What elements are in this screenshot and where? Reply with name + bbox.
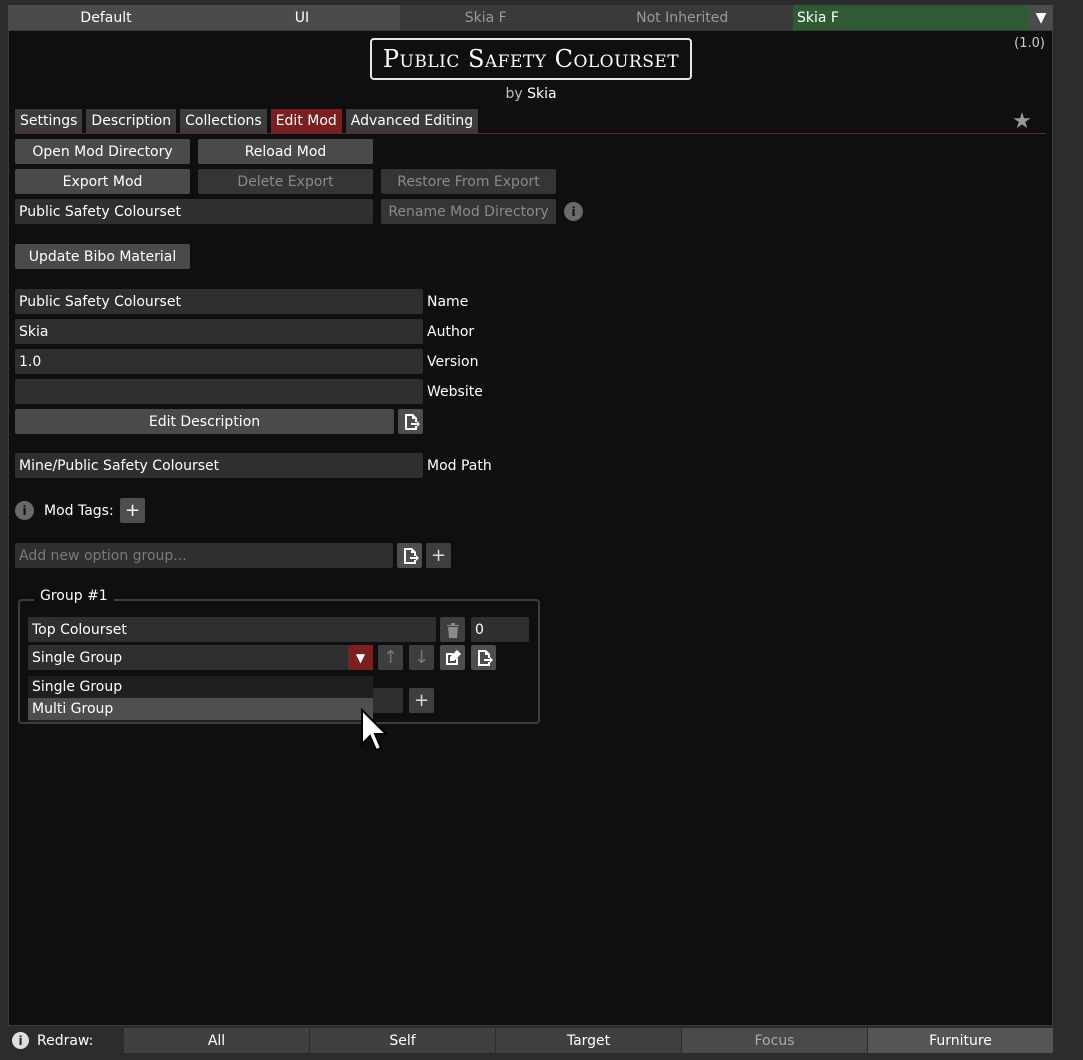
import-group-icon[interactable] bbox=[397, 543, 422, 568]
mod-title: Public Safety Colourset bbox=[382, 45, 680, 73]
mod-title-box: Public Safety Colourset bbox=[370, 38, 692, 80]
mod-path-input[interactable]: Mine/Public Safety Colourset bbox=[15, 453, 423, 478]
inherited-collection-name: Skia F bbox=[464, 9, 507, 26]
restore-from-export-button[interactable]: Restore From Export bbox=[381, 169, 556, 194]
mouse-cursor-icon bbox=[361, 708, 389, 752]
name-label: Name bbox=[427, 293, 469, 310]
redraw-bar: i Redraw: All Self Target Focus Furnitur… bbox=[8, 1028, 1053, 1053]
inheritance-indicator[interactable]: Skia F Not Inherited bbox=[400, 5, 793, 30]
tab-advanced-editing[interactable]: Advanced Editing bbox=[345, 109, 479, 133]
redraw-self-button[interactable]: Self bbox=[309, 1028, 495, 1053]
tab-description[interactable]: Description bbox=[86, 109, 177, 133]
mod-tags-info-icon[interactable]: i bbox=[15, 501, 34, 520]
mod-path-label: Mod Path bbox=[427, 457, 492, 474]
tab-bar: Settings Description Collections Edit Mo… bbox=[15, 109, 479, 133]
tab-underline bbox=[15, 133, 1046, 134]
favorite-star-icon[interactable]: ★ bbox=[1010, 110, 1034, 134]
delete-group-trash-icon[interactable] bbox=[440, 617, 465, 642]
mod-directory-name-input[interactable]: Public Safety Colourset bbox=[15, 199, 373, 224]
redraw-focus-button[interactable]: Focus bbox=[681, 1028, 867, 1053]
group-priority-input[interactable]: 0 bbox=[471, 617, 529, 642]
add-mod-tag-plus-icon[interactable]: + bbox=[120, 498, 145, 523]
mod-website-input[interactable] bbox=[15, 379, 423, 404]
collection-dropdown-icon[interactable]: ▼ bbox=[1029, 5, 1053, 30]
by-label: by bbox=[505, 86, 523, 102]
edit-description-button[interactable]: Edit Description bbox=[15, 409, 394, 434]
redraw-label: Redraw: bbox=[37, 1032, 94, 1049]
rename-mod-directory-button[interactable]: Rename Mod Directory bbox=[381, 199, 556, 224]
inherited-status: Not Inherited bbox=[636, 9, 729, 26]
current-collection-name: Skia F bbox=[797, 9, 839, 26]
website-label: Website bbox=[427, 383, 483, 400]
add-option-group-plus-icon[interactable]: + bbox=[426, 543, 451, 568]
move-group-up-icon[interactable]: ↑ bbox=[378, 645, 403, 670]
redraw-label-cell: i Redraw: bbox=[8, 1028, 123, 1053]
version-label: Version bbox=[427, 353, 479, 370]
collection-bar: Default UI Skia F Not Inherited Skia F ▼ bbox=[8, 5, 1053, 30]
group-name-input[interactable]: Top Colourset bbox=[28, 617, 436, 642]
open-mod-directory-button[interactable]: Open Mod Directory bbox=[15, 139, 190, 164]
new-option-group-input[interactable]: Add new option group... bbox=[15, 543, 393, 568]
mod-author: Skia bbox=[527, 86, 557, 102]
move-group-down-icon[interactable]: ↓ bbox=[409, 645, 434, 670]
export-mod-button[interactable]: Export Mod bbox=[15, 169, 190, 194]
export-description-icon[interactable] bbox=[398, 409, 423, 434]
option-multi-group[interactable]: Multi Group bbox=[28, 698, 373, 720]
group-type-dropdown-icon[interactable]: ▼ bbox=[348, 645, 373, 670]
redraw-all-button[interactable]: All bbox=[123, 1028, 309, 1053]
redraw-target-button[interactable]: Target bbox=[495, 1028, 681, 1053]
mod-name-input[interactable]: Public Safety Colourset bbox=[15, 289, 423, 314]
mod-byline: by Skia bbox=[370, 86, 692, 102]
reload-mod-button[interactable]: Reload Mod bbox=[198, 139, 373, 164]
option-single-group[interactable]: Single Group bbox=[28, 676, 373, 698]
current-collection-selector[interactable]: Skia F ▼ bbox=[793, 5, 1053, 30]
redraw-info-icon[interactable]: i bbox=[12, 1032, 29, 1049]
default-collection-label: Default bbox=[80, 9, 132, 26]
redraw-furniture-button[interactable]: Furniture bbox=[867, 1028, 1053, 1053]
group-type-popup: Single Group Multi Group bbox=[28, 676, 373, 722]
tab-collections[interactable]: Collections bbox=[180, 109, 267, 133]
ui-collection-button[interactable]: UI bbox=[204, 5, 400, 30]
group-legend: Group #1 bbox=[34, 588, 114, 604]
export-group-icon[interactable] bbox=[471, 645, 496, 670]
mod-tags-label: Mod Tags: bbox=[44, 502, 114, 519]
add-option-plus-icon[interactable]: + bbox=[409, 688, 434, 713]
update-bibo-material-button[interactable]: Update Bibo Material bbox=[15, 244, 190, 269]
ui-collection-label: UI bbox=[294, 9, 310, 26]
info-icon[interactable]: i bbox=[564, 202, 583, 221]
tab-edit-mod[interactable]: Edit Mod bbox=[270, 109, 342, 133]
mod-version: (1.0) bbox=[1014, 36, 1045, 51]
mod-version-input[interactable]: 1.0 bbox=[15, 349, 423, 374]
tab-settings[interactable]: Settings bbox=[15, 109, 83, 133]
edit-group-description-icon[interactable] bbox=[440, 645, 465, 670]
delete-export-button[interactable]: Delete Export bbox=[198, 169, 373, 194]
author-label: Author bbox=[427, 323, 475, 340]
mod-author-input[interactable]: Skia bbox=[15, 319, 423, 344]
group-type-combo[interactable]: Single Group bbox=[28, 645, 348, 670]
default-collection-button[interactable]: Default bbox=[8, 5, 204, 30]
